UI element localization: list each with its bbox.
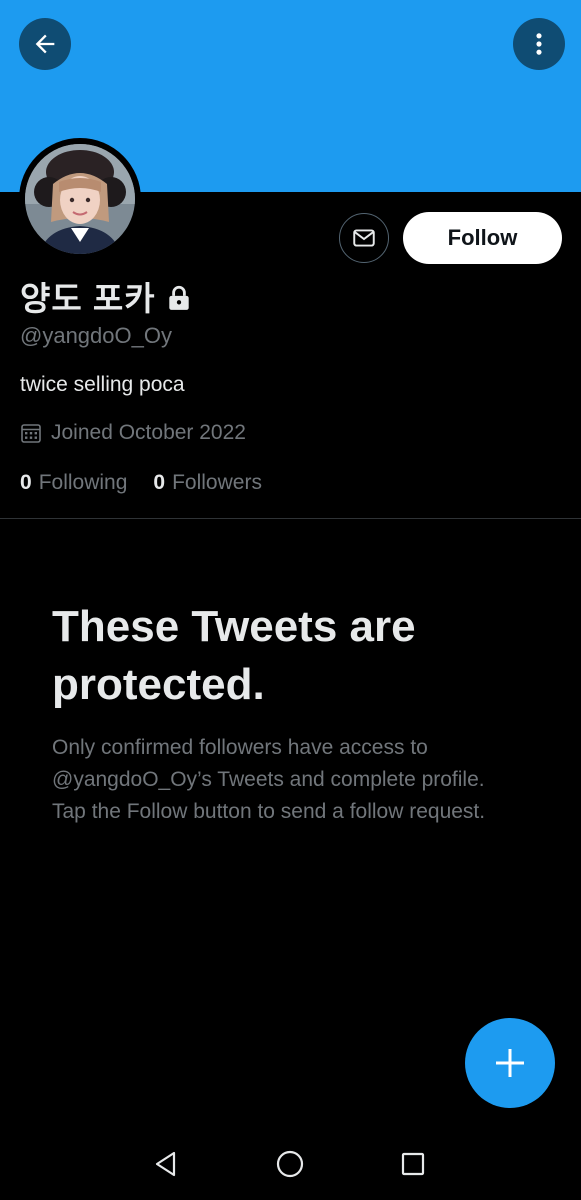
lock-icon	[168, 285, 189, 310]
calendar-icon	[21, 424, 41, 443]
system-recents-button[interactable]	[393, 1144, 433, 1184]
display-name: 양도 포카	[20, 280, 156, 317]
divider	[0, 518, 581, 519]
compose-tweet-button[interactable]	[465, 1018, 555, 1108]
followers-count: 0	[153, 471, 166, 494]
back-button[interactable]	[19, 18, 71, 70]
system-navigation-bar	[0, 1130, 581, 1200]
message-button[interactable]	[339, 213, 389, 263]
avatar	[25, 144, 135, 254]
more-options-button[interactable]	[513, 18, 565, 70]
square-recents-icon	[401, 1152, 425, 1176]
triangle-back-icon	[155, 1151, 176, 1177]
followers-label: Followers	[172, 471, 262, 494]
protected-title: These Tweets are protected.	[52, 602, 416, 709]
bio: twice selling poca	[20, 373, 185, 396]
following-count: 0	[20, 471, 32, 494]
name-row: 양도 포카	[20, 272, 192, 320]
circle-home-icon	[276, 1150, 304, 1178]
followers-link[interactable]: 0 Followers	[153, 471, 262, 495]
joined-date: Joined October 2022	[20, 421, 246, 445]
follow-stats: 0 Following 0 Followers	[20, 471, 288, 495]
protected-description: Only confirmed followers have access to …	[52, 736, 486, 823]
following-label: Following	[38, 471, 128, 494]
avatar-ring[interactable]	[19, 138, 141, 260]
arrow-left-icon	[35, 34, 55, 54]
following-link[interactable]: 0 Following	[20, 471, 127, 495]
system-back-button[interactable]	[146, 1144, 186, 1184]
plus-icon	[496, 1049, 524, 1077]
username-handle: @yangdoO_Oy	[20, 323, 172, 348]
joined-text: Joined October 2022	[51, 421, 246, 444]
envelope-icon	[353, 229, 375, 247]
system-home-button[interactable]	[270, 1144, 310, 1184]
follow-button[interactable]: Follow	[403, 212, 562, 264]
more-vertical-icon	[536, 33, 542, 55]
